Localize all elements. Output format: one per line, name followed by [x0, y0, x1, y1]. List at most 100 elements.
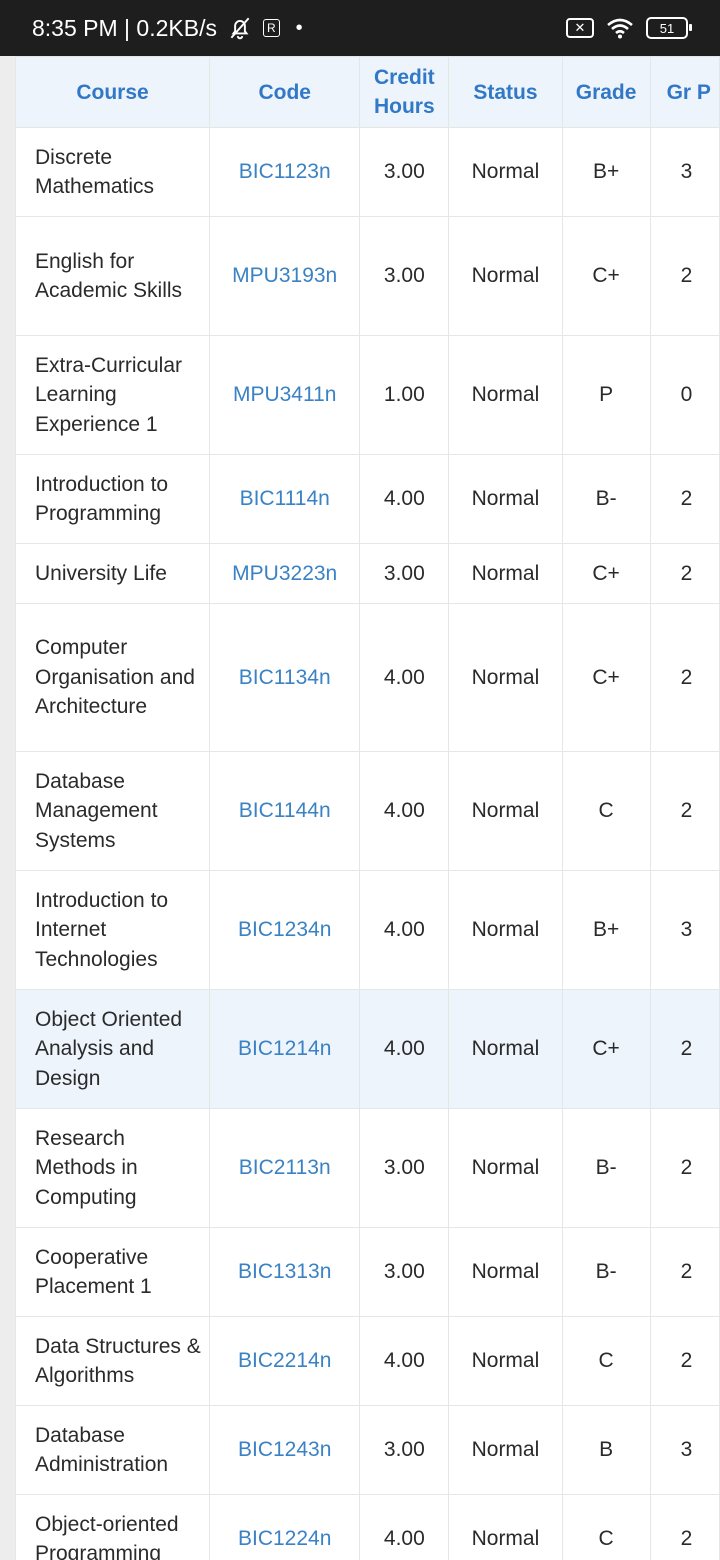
table-row[interactable]: Extra-Curricular Learning Experience 1 M… — [15, 335, 720, 455]
table-row[interactable]: English for Academic Skills MPU3193n 3.0… — [15, 216, 720, 336]
credit-hours: 4.00 — [359, 603, 450, 752]
status: Normal — [448, 1227, 563, 1317]
credit-hours: 3.00 — [359, 127, 450, 217]
credit-hours: 4.00 — [359, 751, 450, 871]
table-row[interactable]: Computer Organisation and Architecture B… — [15, 603, 720, 752]
grade-point: 2 — [649, 1227, 720, 1317]
status: Normal — [448, 127, 563, 217]
grade-point: 2 — [649, 1494, 720, 1560]
course-name: Extra-Curricular Learning Experience 1 — [15, 335, 211, 455]
credit-hours: 3.00 — [359, 216, 450, 336]
credit-hours: 3.00 — [359, 1405, 450, 1495]
grade-point: 2 — [649, 1316, 720, 1406]
notification-badge: R — [262, 19, 280, 37]
data-off-icon: ✕ — [566, 18, 594, 38]
course-code-link[interactable]: BIC1224n — [209, 1494, 361, 1560]
course-name: Research Methods in Computing — [15, 1108, 211, 1228]
grade-point: 2 — [649, 454, 720, 544]
course-code-link[interactable]: BIC1123n — [209, 127, 361, 217]
header-grade-point[interactable]: Gr P — [649, 56, 720, 128]
course-name: English for Academic Skills — [15, 216, 211, 336]
grade-point: 2 — [649, 543, 720, 604]
status: Normal — [448, 454, 563, 544]
status: Normal — [448, 1316, 563, 1406]
course-code-link[interactable]: BIC1214n — [209, 989, 361, 1109]
grade-point: 2 — [649, 1108, 720, 1228]
header-status[interactable]: Status — [448, 56, 563, 128]
battery-icon: 51 — [646, 17, 692, 39]
grades-table-container[interactable]: Course Code Credit Hours Status Grade Gr… — [15, 56, 720, 1560]
grade: B- — [561, 1108, 651, 1228]
status: Normal — [448, 216, 563, 336]
course-code-link[interactable]: BIC2214n — [209, 1316, 361, 1406]
grade: C+ — [561, 989, 651, 1109]
course-name: Computer Organisation and Architecture — [15, 603, 211, 752]
grade-point: 2 — [649, 216, 720, 336]
grades-table: Course Code Credit Hours Status Grade Gr… — [15, 56, 720, 1560]
bell-muted-icon — [230, 17, 250, 40]
grade: B- — [561, 1227, 651, 1317]
grade-point: 3 — [649, 127, 720, 217]
course-name: Discrete Mathematics — [15, 127, 211, 217]
grade: C+ — [561, 603, 651, 752]
course-code-link[interactable]: BIC1134n — [209, 603, 361, 752]
course-name: Introduction to Internet Technologies — [15, 870, 211, 990]
credit-hours: 1.00 — [359, 335, 450, 455]
credit-hours: 3.00 — [359, 1227, 450, 1317]
status: Normal — [448, 751, 563, 871]
header-grade[interactable]: Grade — [561, 56, 651, 128]
course-code-link[interactable]: BIC1114n — [209, 454, 361, 544]
status: Normal — [448, 989, 563, 1109]
status: Normal — [448, 335, 563, 455]
table-row[interactable]: Data Structures & Algorithms BIC2214n 4.… — [15, 1316, 720, 1406]
table-row[interactable]: Database Administration BIC1243n 3.00 No… — [15, 1405, 720, 1495]
status: Normal — [448, 603, 563, 752]
course-code-link[interactable]: BIC1243n — [209, 1405, 361, 1495]
course-code-link[interactable]: MPU3411n — [209, 335, 361, 455]
course-name: University Life — [15, 543, 211, 604]
grade: C — [561, 1494, 651, 1560]
table-row[interactable]: Research Methods in Computing BIC2113n 3… — [15, 1108, 720, 1228]
grade-point: 0 — [649, 335, 720, 455]
grade: P — [561, 335, 651, 455]
grade-point: 2 — [649, 603, 720, 752]
wifi-icon — [607, 18, 633, 39]
status: Normal — [448, 1405, 563, 1495]
table-row[interactable]: Object-oriented Programming BIC1224n 4.0… — [15, 1494, 720, 1560]
credit-hours: 4.00 — [359, 1494, 450, 1560]
header-credit-hours[interactable]: Credit Hours — [359, 56, 450, 128]
grade-point: 3 — [649, 1405, 720, 1495]
table-row[interactable]: Cooperative Placement 1 BIC1313n 3.00 No… — [15, 1227, 720, 1317]
grade: C — [561, 1316, 651, 1406]
dot-icon: • — [295, 16, 303, 39]
table-row-selected[interactable]: Object Oriented Analysis and Design BIC1… — [15, 989, 720, 1109]
time-speed-text: 8:35 PM | 0.2KB/s — [32, 14, 217, 41]
table-row[interactable]: University Life MPU3223n 3.00 Normal C+ … — [15, 543, 720, 604]
course-code-link[interactable]: BIC2113n — [209, 1108, 361, 1228]
grade: C+ — [561, 216, 651, 336]
course-name: Introduction to Programming — [15, 454, 211, 544]
course-name: Database Administration — [15, 1405, 211, 1495]
credit-hours: 4.00 — [359, 870, 450, 990]
status-bar: 8:35 PM | 0.2KB/s R • ✕ 51 — [0, 0, 720, 56]
course-name: Database Management Systems — [15, 751, 211, 871]
status: Normal — [448, 1494, 563, 1560]
course-code-link[interactable]: MPU3223n — [209, 543, 361, 604]
course-code-link[interactable]: BIC1144n — [209, 751, 361, 871]
table-row[interactable]: Introduction to Programming BIC1114n 4.0… — [15, 454, 720, 544]
course-code-link[interactable]: BIC1234n — [209, 870, 361, 990]
table-row[interactable]: Introduction to Internet Technologies BI… — [15, 870, 720, 990]
table-row[interactable]: Discrete Mathematics BIC1123n 3.00 Norma… — [15, 127, 720, 217]
table-row[interactable]: Database Management Systems BIC1144n 4.0… — [15, 751, 720, 871]
grade-point: 2 — [649, 751, 720, 871]
credit-hours: 3.00 — [359, 1108, 450, 1228]
course-name: Cooperative Placement 1 — [15, 1227, 211, 1317]
course-code-link[interactable]: BIC1313n — [209, 1227, 361, 1317]
header-course[interactable]: Course — [15, 56, 211, 128]
header-code[interactable]: Code — [209, 56, 361, 128]
credit-hours: 4.00 — [359, 1316, 450, 1406]
battery-level: 51 — [659, 20, 675, 36]
grade: B+ — [561, 127, 651, 217]
course-code-link[interactable]: MPU3193n — [209, 216, 361, 336]
status: Normal — [448, 543, 563, 604]
